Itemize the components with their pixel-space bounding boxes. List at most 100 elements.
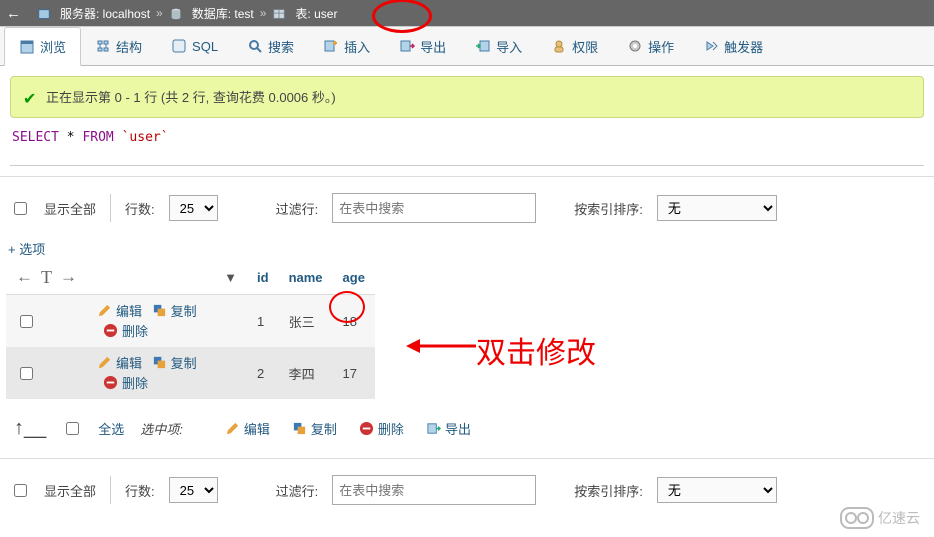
check-all-checkbox[interactable] xyxy=(66,422,79,435)
annotation-arrow xyxy=(406,334,476,358)
filter-label: 过滤行: xyxy=(276,481,319,500)
sort-label: 按索引排序: xyxy=(574,481,643,500)
move-right-icon[interactable]: → xyxy=(60,267,77,287)
rows-select[interactable]: 25 xyxy=(169,477,218,503)
back-icon[interactable]: ← xyxy=(6,5,21,22)
triggers-icon xyxy=(703,38,719,54)
breadcrumb: ← 服务器: localhost » 数据库: test » 表: user xyxy=(0,0,934,26)
edit-row-button[interactable]: 编辑 xyxy=(97,353,142,372)
tab-sql[interactable]: SQL xyxy=(157,27,233,65)
options-link[interactable]: + 选项 xyxy=(0,238,53,261)
export-icon xyxy=(399,38,415,54)
show-all-checkbox[interactable] xyxy=(14,484,27,497)
tab-label: 插入 xyxy=(344,37,370,56)
cell-age[interactable]: 17 xyxy=(333,347,375,399)
pencil-icon xyxy=(97,303,113,318)
cell-id[interactable]: 2 xyxy=(247,347,279,399)
copy-icon xyxy=(292,421,308,436)
status-message: ✔ 正在显示第 0 - 1 行 (共 2 行, 查询花费 0.0006 秒。) xyxy=(10,76,924,118)
move-left-icon[interactable]: ← xyxy=(16,267,33,287)
cell-id[interactable]: 1 xyxy=(247,295,279,348)
tab-search[interactable]: 搜索 xyxy=(233,27,309,65)
filter-input[interactable] xyxy=(332,475,536,505)
tab-label: 搜索 xyxy=(268,37,294,56)
sort-label: 按索引排序: xyxy=(574,199,643,218)
results-grid: ← T → ▼ id name age 编辑 复制 删除 xyxy=(0,260,402,399)
check-icon: ✔ xyxy=(23,91,36,108)
operations-icon xyxy=(627,38,643,54)
cell-name[interactable]: 张三 xyxy=(279,295,333,348)
show-all-checkbox[interactable] xyxy=(14,202,27,215)
search-icon xyxy=(247,38,263,54)
tab-label: 导入 xyxy=(496,37,522,56)
sort-select[interactable]: 无 xyxy=(657,477,777,503)
bulk-export-button[interactable]: 导出 xyxy=(426,419,471,438)
insert-icon xyxy=(323,38,339,54)
rows-label: 行数: xyxy=(125,199,155,218)
annotation-text: 双击修改 xyxy=(476,328,596,372)
sort-select[interactable]: 无 xyxy=(657,195,777,221)
delete-row-button[interactable]: 删除 xyxy=(103,321,148,340)
tab-label: 结构 xyxy=(116,37,142,56)
results-toolbar-top: 显示全部 行数: 25 过滤行: 按索引排序: 无 xyxy=(0,176,934,239)
delete-row-button[interactable]: 删除 xyxy=(103,373,148,392)
pencil-icon xyxy=(97,355,113,370)
sql-preview: SELECT * FROM `user` xyxy=(10,126,924,161)
tab-operations[interactable]: 操作 xyxy=(613,27,689,65)
column-header-name[interactable]: name xyxy=(279,260,333,295)
breadcrumb-server[interactable]: 服务器: localhost xyxy=(60,5,150,22)
cell-name[interactable]: 李四 xyxy=(279,347,333,399)
tab-label: 权限 xyxy=(572,37,598,56)
bulk-actions-bar: ↑__ 全选 选中项: 编辑 复制 删除 导出 xyxy=(0,403,934,458)
rows-label: 行数: xyxy=(125,481,155,500)
tab-structure[interactable]: 结构 xyxy=(81,27,157,65)
tab-privileges[interactable]: 权限 xyxy=(537,27,613,65)
table-icon xyxy=(272,7,286,20)
tab-import[interactable]: 导入 xyxy=(461,27,537,65)
sort-asc-icon[interactable]: ▼ xyxy=(224,270,237,285)
structure-icon xyxy=(95,38,111,54)
import-icon xyxy=(475,38,491,54)
tab-triggers[interactable]: 触发器 xyxy=(689,27,778,65)
cell-age[interactable]: 18 xyxy=(333,295,375,348)
tab-label: 操作 xyxy=(648,37,674,56)
table-row: 编辑 复制 删除 1 张三 18 xyxy=(6,295,375,348)
row-checkbox[interactable] xyxy=(20,315,33,328)
tab-browse[interactable]: 浏览 xyxy=(4,27,81,66)
results-toolbar-bottom: 显示全部 行数: 25 过滤行: 按索引排序: 无 xyxy=(0,458,934,521)
browse-icon xyxy=(19,39,35,55)
copy-icon xyxy=(152,355,168,370)
with-selected-label: 选中项: xyxy=(140,419,183,438)
database-icon xyxy=(169,7,183,20)
tabs-bar: 浏览 结构 SQL 搜索 插入 导出 导入 权限 操作 触发器 xyxy=(0,26,934,66)
bulk-edit-button[interactable]: 编辑 xyxy=(225,419,270,438)
tab-label: SQL xyxy=(192,39,218,54)
tab-insert[interactable]: 插入 xyxy=(309,27,385,65)
check-all-link[interactable]: 全选 xyxy=(98,419,124,438)
column-header-age[interactable]: age xyxy=(333,260,375,295)
server-icon xyxy=(37,7,51,20)
table-row: 编辑 复制 删除 2 李四 17 xyxy=(6,347,375,399)
filter-label: 过滤行: xyxy=(276,199,319,218)
row-checkbox[interactable] xyxy=(20,367,33,380)
status-text: 正在显示第 0 - 1 行 (共 2 行, 查询花费 0.0006 秒。) xyxy=(46,90,336,105)
copy-row-button[interactable]: 复制 xyxy=(152,301,197,320)
show-all-label: 显示全部 xyxy=(44,199,96,218)
bulk-delete-button[interactable]: 删除 xyxy=(359,419,404,438)
tab-export[interactable]: 导出 xyxy=(385,27,461,65)
tab-label: 触发器 xyxy=(724,37,763,56)
delete-icon xyxy=(359,421,375,436)
breadcrumb-database[interactable]: 数据库: test xyxy=(192,5,254,22)
column-header-id[interactable]: id xyxy=(247,260,279,295)
copy-icon xyxy=(152,303,168,318)
rows-select[interactable]: 25 xyxy=(169,195,218,221)
bulk-copy-button[interactable]: 复制 xyxy=(292,419,337,438)
pencil-icon xyxy=(225,421,241,436)
breadcrumb-table[interactable]: 表: user xyxy=(295,5,337,22)
delete-icon xyxy=(103,323,119,338)
tab-label: 导出 xyxy=(420,37,446,56)
filter-input[interactable] xyxy=(332,193,536,223)
edit-row-button[interactable]: 编辑 xyxy=(97,301,142,320)
copy-row-button[interactable]: 复制 xyxy=(152,353,197,372)
delete-icon xyxy=(103,375,119,390)
